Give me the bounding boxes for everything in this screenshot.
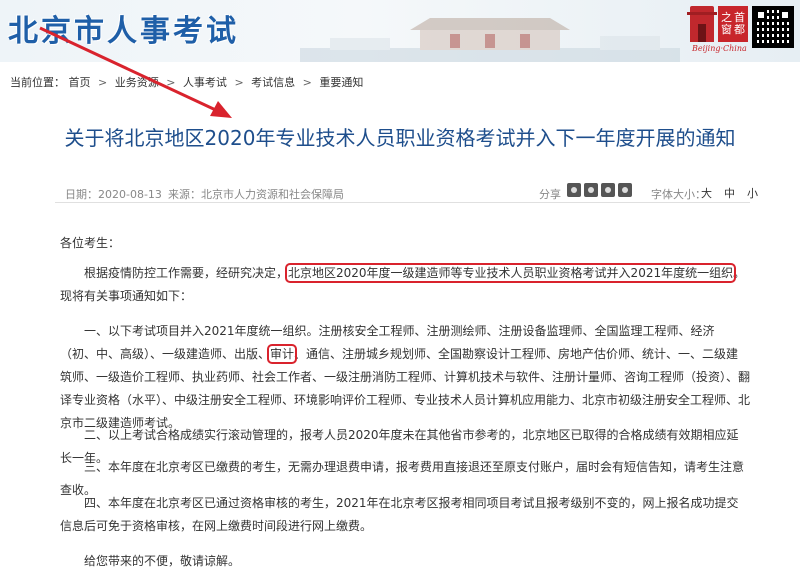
paragraph-closing: 给您带来的不便，敬请谅解。 (60, 550, 750, 573)
beijing-logo[interactable]: 之 首 窗 都 Beijing·China (687, 6, 748, 56)
wechat-share-icon[interactable] (584, 183, 598, 197)
breadcrumb-separator: > (302, 76, 312, 89)
seal-char: 窗 (721, 23, 732, 36)
seal-caption: Beijing·China (692, 44, 747, 53)
article-meta-bar: 日期：2020-08-13 来源：北京市人力资源和社会保障局 分享 字体大小： … (55, 180, 758, 203)
font-size-small-button[interactable]: 小 (747, 185, 758, 201)
site-title[interactable]: 北京市人事考试 (8, 6, 239, 50)
article-source: 来源：北京市人力资源和社会保障局 (168, 188, 344, 201)
breadcrumb-separator: > (166, 76, 176, 89)
article-title: 关于将北京地区2020年专业技术人员职业资格考试并入下一年度开展的通知 (64, 126, 736, 150)
publish-date: 日期：2020-08-13 (65, 188, 162, 201)
breadcrumb: 当前位置： 首页 > 业务资源 > 人事考试 > 考试信息 > 重要通知 (10, 74, 363, 90)
closing-text: 给您带来的不便，敬请谅解。 (84, 554, 241, 568)
intro-text: 根据疫情防控工作需要，经研究决定， (84, 266, 289, 280)
more-share-icon[interactable] (618, 183, 632, 197)
font-size-large-button[interactable]: 大 (701, 185, 712, 201)
breadcrumb-notices[interactable]: 重要通知 (319, 76, 363, 89)
weibo-share-icon[interactable] (567, 183, 581, 197)
paragraph-item-4: 四、本年度在北京考区已通过资格审核的考生，2021年在北京考区报考相同项目考试且… (60, 492, 750, 538)
qr-code-icon (752, 6, 794, 48)
paragraph-intro: 根据疫情防控工作需要，经研究决定，北京地区2020年度一级建造师等专业技术人员职… (60, 262, 750, 308)
paragraph-item-1: 一、以下考试项目并入2021年度统一组织。注册核安全工程师、注册测绘师、注册设备… (60, 320, 750, 435)
breadcrumb-separator: > (234, 76, 244, 89)
site-header: 北京市人事考试 之 首 窗 都 Beijing·China (0, 0, 800, 62)
highlighted-decision: 北京地区2020年度一级建造师等专业技术人员职业资格考试并入2021年度统一组织 (285, 263, 737, 283)
greeting: 各位考生： (60, 236, 121, 250)
share-label: 分享 (539, 188, 561, 201)
breadcrumb-home[interactable]: 首页 (69, 76, 91, 89)
font-size-options: 大 中 小 (701, 185, 758, 201)
seal-char: 都 (734, 23, 745, 36)
highlighted-audit: 审计 (267, 344, 298, 364)
font-size-label: 字体大小： (651, 188, 706, 201)
breadcrumb-business[interactable]: 业务资源 (115, 76, 159, 89)
breadcrumb-personnel-exam[interactable]: 人事考试 (183, 76, 227, 89)
item-4-text: 四、本年度在北京考区已通过资格审核的考生，2021年在北京考区报考相同项目考试且… (60, 496, 739, 533)
breadcrumb-exam-info[interactable]: 考试信息 (251, 76, 295, 89)
tiananmen-skyline-image (300, 18, 680, 62)
font-size-medium-button[interactable]: 中 (724, 185, 735, 201)
breadcrumb-separator: > (98, 76, 108, 89)
tiananmen-icon (687, 6, 717, 42)
breadcrumb-prefix: 当前位置： (10, 76, 65, 89)
share-icons (567, 183, 632, 197)
capital-window-seal: 之 首 窗 都 (718, 6, 748, 42)
qzone-share-icon[interactable] (601, 183, 615, 197)
